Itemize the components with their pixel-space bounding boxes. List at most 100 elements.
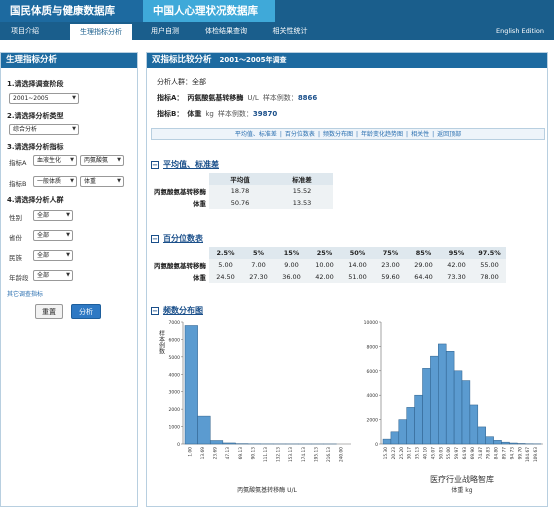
province-select[interactable]: 全部 (33, 230, 73, 241)
histogram-bar (477, 426, 486, 445)
ethnicity-select[interactable]: 全部 (33, 250, 73, 261)
histogram-bar (414, 394, 423, 445)
link-percentile-table[interactable]: 百分位数表 (285, 131, 315, 138)
analysis-type-select[interactable]: 综合分析 (9, 124, 79, 135)
x-tick-label: 153.13 (288, 447, 294, 462)
english-edition-link[interactable]: English Edition (496, 22, 544, 40)
indicator-b-title: 指标B： (157, 110, 184, 118)
table-cell: 13.53 (271, 197, 333, 209)
x-tick-label: 20.23 (391, 447, 397, 460)
table-header: 2.5% (209, 247, 242, 259)
section-percentile-header[interactable]: − 百分位数表 (151, 233, 203, 244)
histogram-bar (197, 415, 211, 445)
indicator-b-category-select[interactable]: 一般体质 (33, 176, 77, 187)
reset-button[interactable]: 重置 (35, 304, 63, 319)
indicator-b-value-select[interactable]: 体重 (80, 176, 124, 187)
table-header: 95% (440, 247, 473, 259)
age-group-label: 年龄段 (9, 274, 29, 282)
indicator-b-count: 39870 (252, 110, 278, 118)
stage-select[interactable]: 2001~2005 (9, 93, 79, 104)
x-tick-label: 74.87 (478, 447, 484, 460)
collapse-icon[interactable]: − (151, 234, 159, 243)
section-link-bar: 平均值、标准差 | 百分位数表 | 频数分布图 | 年龄变化趋势图 | 相关性 | 返回顶部 (151, 128, 545, 140)
y-tick-label: 2000 (169, 407, 181, 413)
histogram-bar (453, 370, 463, 445)
indicator-b-name: 体重 (187, 110, 202, 118)
x-tick-label: 94.73 (509, 447, 515, 460)
row-name: 体重 (193, 274, 206, 282)
histogram-bar (509, 442, 518, 445)
x-tick-label: 35.13 (415, 447, 421, 460)
section-mean-sd-title: 平均值、标准差 (163, 160, 219, 169)
y-tick-label: 5000 (169, 355, 181, 361)
table-cell: 50.76 (209, 197, 271, 209)
x-tick-label: 40.10 (422, 447, 428, 460)
row-name: 体重 (193, 200, 206, 208)
y-axis-label: 样本例数 (158, 329, 165, 355)
histogram-bar (430, 355, 439, 445)
indicator-a-value-select[interactable]: 丙氨酸氨 (80, 155, 124, 166)
x-tick-label: 25.20 (399, 447, 405, 460)
table-header: 15% (275, 247, 308, 259)
nav-item-physio-analysis[interactable]: 生理指标分析 (70, 24, 132, 40)
table-cell: 14.00 (341, 259, 374, 271)
table-header: 85% (407, 247, 440, 259)
brand-physique-database[interactable]: 国民体质与健康数据库 (0, 0, 143, 22)
brand-psychology-database[interactable]: 中国人心理状况数据库 (143, 0, 275, 22)
histogram-bar (493, 440, 502, 445)
age-group-select[interactable]: 全部 (33, 270, 73, 281)
link-age-trend[interactable]: 年龄变化趋势图 (361, 131, 403, 138)
y-tick-label: 6000 (367, 369, 379, 375)
collapse-icon[interactable]: − (151, 160, 159, 169)
x-tick-label: 84.80 (494, 447, 500, 460)
section-frequency-header[interactable]: − 频数分布图 (151, 305, 203, 316)
nav-item-project-intro[interactable]: 项目介绍 (0, 22, 50, 40)
x-tick-label: 216.13 (326, 447, 332, 462)
histogram-bar (422, 368, 431, 445)
indicator-b-info: 指标B： 体重 kg 样本例数：39870 (157, 109, 277, 119)
table-header-row: 2.5% 5% 15% 25% 50% 75% 85% 95% 97.5% (151, 247, 506, 259)
table-row: 体重 24.50 27.30 36.00 42.00 51.00 59.60 6… (151, 271, 506, 283)
sidebar-title: 生理指标分析 (1, 53, 137, 68)
step2-label: 2.请选择分析类型 (7, 112, 64, 120)
link-frequency-chart[interactable]: 频数分布图 (323, 131, 353, 138)
x-tick-label: 50.03 (438, 447, 444, 460)
table-cell: 51.00 (341, 271, 374, 283)
nav-item-exam-query[interactable]: 体检结果查询 (196, 22, 256, 40)
table-cell: 15.52 (271, 185, 333, 197)
population-label: 分析人群： (157, 78, 192, 86)
analysis-panel: 双指标比较分析 2001～2005年调查 分析人群：全部 指标A： 丙氨酸氨基转移酶… (146, 52, 548, 507)
gender-select[interactable]: 全部 (33, 210, 73, 221)
table-cell: 42.00 (308, 271, 341, 283)
collapse-icon[interactable]: − (151, 306, 159, 315)
nav-item-correlation[interactable]: 相关性统计 (262, 22, 318, 40)
section-mean-sd-header[interactable]: − 平均值、标准差 (151, 159, 219, 170)
histogram-bar (485, 436, 494, 445)
table-cell: 29.00 (407, 259, 440, 271)
y-tick-label: 4000 (169, 372, 181, 378)
table-cell: 78.00 (473, 271, 506, 283)
table-row: 丙氨酸氨基转移酶 5.00 7.00 9.00 10.00 14.00 23.0… (151, 259, 506, 271)
x-tick-label: 47.13 (225, 447, 231, 460)
analyze-button[interactable]: 分析 (71, 304, 101, 319)
row-name: 丙氨酸氨基转移酶 (154, 262, 206, 270)
nav-item-self-test[interactable]: 用户自测 (140, 22, 190, 40)
x-tick-label: 90.13 (250, 447, 256, 460)
y-tick-label: 2000 (367, 418, 379, 424)
x-tick-label: 59.97 (454, 447, 460, 460)
panel-title: 双指标比较分析 2001～2005年调查 (147, 53, 547, 68)
indicator-b-count-label: 样本例数： (217, 110, 253, 118)
top-banner: 国民体质与健康数据库 中国人心理状况数据库 (0, 0, 554, 22)
histogram-bar (184, 325, 198, 445)
x-tick-label: 64.93 (462, 447, 468, 460)
table-cell: 23.00 (374, 259, 407, 271)
y-tick-label: 8000 (367, 344, 379, 350)
link-mean-sd[interactable]: 平均值、标准差 (235, 131, 277, 138)
link-correlation[interactable]: 相关性 (411, 131, 429, 138)
indicator-a-category-select[interactable]: 血液生化 (33, 155, 77, 166)
x-tick-label: 240.00 (339, 447, 345, 462)
indicator-a-count: 8866 (297, 94, 318, 102)
x-tick-label: 69.13 (238, 447, 244, 460)
more-indicators-link[interactable]: 其它调查指标 (7, 289, 43, 298)
link-back-to-top[interactable]: 返回顶部 (437, 131, 461, 138)
